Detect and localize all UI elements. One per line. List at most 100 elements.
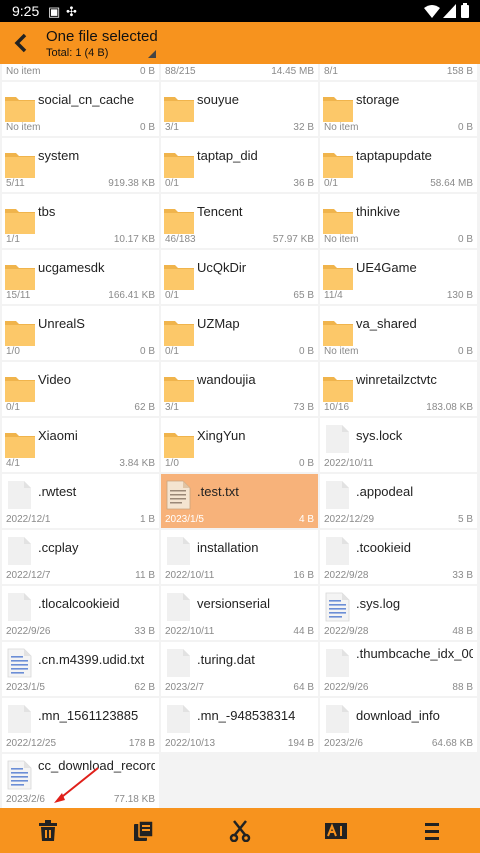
item-size: 4 B bbox=[298, 514, 314, 525]
item-name: .tlocalcookieid bbox=[38, 596, 120, 611]
grid-cell-partial[interactable]: No item 0 B bbox=[2, 64, 159, 80]
file-item[interactable]: .turing.dat 2023/2/7 64 B bbox=[161, 642, 318, 696]
text-file-icon bbox=[7, 648, 32, 678]
item-info: 46/183 bbox=[165, 234, 196, 245]
file-item[interactable]: .sys.log 2022/9/28 48 B bbox=[320, 586, 477, 640]
folder-icon bbox=[164, 265, 194, 290]
dropdown-indicator-icon[interactable] bbox=[148, 50, 156, 58]
item-info: 2022/9/28 bbox=[324, 570, 369, 581]
folder-icon bbox=[323, 153, 353, 178]
item-info: 5/11 bbox=[6, 178, 25, 189]
file-icon bbox=[167, 593, 190, 621]
folder-item[interactable]: Tencent 46/183 57.97 KB bbox=[161, 194, 318, 248]
file-item[interactable]: .cn.m4399.udid.txt 2023/1/5 62 B bbox=[2, 642, 159, 696]
folder-item[interactable]: souyue 3/1 32 B bbox=[161, 82, 318, 136]
file-item[interactable]: .thumbcache_idx_001 2022/9/26 88 B bbox=[320, 642, 477, 696]
item-info: 2023/2/6 bbox=[6, 794, 45, 805]
folder-item[interactable]: system 5/11 919.38 KB bbox=[2, 138, 159, 192]
file-icon bbox=[167, 649, 190, 677]
item-name: Xiaomi bbox=[38, 428, 78, 443]
item-name: .tcookieid bbox=[356, 540, 411, 555]
file-item[interactable]: .mn_1561123885 2022/12/25 178 B bbox=[2, 698, 159, 752]
item-info: 2023/2/7 bbox=[165, 682, 204, 693]
folder-item[interactable]: Xiaomi 4/1 3.84 KB bbox=[2, 418, 159, 472]
folder-item[interactable]: tbs 1/1 10.17 KB bbox=[2, 194, 159, 248]
file-item[interactable]: cc_download_record_log.txt 2023/2/6 77.18 … bbox=[2, 754, 159, 808]
file-item[interactable]: .rwtest 2022/12/1 1 B bbox=[2, 474, 159, 528]
item-info: No item bbox=[324, 122, 359, 133]
file-item[interactable]: .tcookieid 2022/9/28 33 B bbox=[320, 530, 477, 584]
file-item[interactable]: sys.lock 2022/10/11 bbox=[320, 418, 477, 472]
item-info: 0/1 bbox=[324, 178, 338, 189]
folder-item[interactable]: social_cn_cache No item 0 B bbox=[2, 82, 159, 136]
file-item[interactable]: .appodeal 2022/12/29 5 B bbox=[320, 474, 477, 528]
folder-item[interactable]: thinkive No item 0 B bbox=[320, 194, 477, 248]
folder-item[interactable]: storage No item 0 B bbox=[320, 82, 477, 136]
file-item[interactable]: .ccplay 2022/12/7 11 B bbox=[2, 530, 159, 584]
item-info: No item bbox=[324, 346, 359, 357]
item-name: .rwtest bbox=[38, 484, 77, 499]
item-name: UE4Game bbox=[356, 260, 417, 275]
item-info: 0/1 bbox=[165, 290, 179, 301]
item-info: 0/1 bbox=[165, 346, 179, 357]
item-name: UZMap bbox=[197, 316, 240, 331]
folder-icon bbox=[5, 209, 35, 234]
folder-item[interactable]: UZMap 0/1 0 B bbox=[161, 306, 318, 360]
grid-cell-partial[interactable]: 8/1 158 B bbox=[320, 64, 477, 80]
folder-item[interactable]: wandoujia 3/1 73 B bbox=[161, 362, 318, 416]
item-name: .appodeal bbox=[356, 484, 414, 499]
file-item[interactable]: .test.txt 2023/1/5 4 B bbox=[161, 474, 318, 528]
status-time: 9:25 bbox=[12, 3, 40, 19]
item-name: .test.txt bbox=[197, 484, 239, 499]
back-arrow-icon[interactable] bbox=[10, 30, 34, 56]
folder-item[interactable]: ucgamesdk 15/11 166.41 KB bbox=[2, 250, 159, 304]
folder-icon bbox=[5, 321, 35, 346]
item-info: 2022/9/26 bbox=[324, 682, 369, 693]
rename-icon[interactable] bbox=[325, 820, 347, 842]
grid-cell-partial[interactable]: 88/215 14.45 MB bbox=[161, 64, 318, 80]
folder-item[interactable]: UE4Game 11/4 130 B bbox=[320, 250, 477, 304]
file-grid[interactable]: No item 0 B 88/215 14.45 MB 8/1 158 B social_c… bbox=[0, 64, 480, 808]
item-info: 88/215 bbox=[165, 66, 196, 77]
folder-item[interactable]: taptap_did 0/1 36 B bbox=[161, 138, 318, 192]
item-name: XingYun bbox=[197, 428, 246, 443]
wifi-icon bbox=[424, 5, 440, 18]
item-info: 1/0 bbox=[165, 458, 179, 469]
item-size: 73 B bbox=[293, 402, 314, 413]
item-size: 77.18 KB bbox=[113, 794, 155, 805]
folder-item[interactable]: UnrealS 1/0 0 B bbox=[2, 306, 159, 360]
file-icon bbox=[326, 705, 349, 733]
menu-icon[interactable] bbox=[421, 820, 443, 842]
item-name: .mn_-948538314 bbox=[197, 708, 296, 723]
file-item[interactable]: versionserial 2022/10/11 44 B bbox=[161, 586, 318, 640]
item-info: No item bbox=[324, 234, 359, 245]
item-name: va_shared bbox=[356, 316, 417, 331]
folder-item[interactable]: XingYun 1/0 0 B bbox=[161, 418, 318, 472]
item-info: 1/1 bbox=[6, 234, 20, 245]
file-item[interactable]: download_info 2023/2/6 64.68 KB bbox=[320, 698, 477, 752]
folder-item[interactable]: va_shared No item 0 B bbox=[320, 306, 477, 360]
trash-icon[interactable] bbox=[37, 820, 59, 842]
bottom-toolbar bbox=[0, 808, 480, 853]
app-bar: One file selected Total: 1 (4 B) bbox=[0, 22, 480, 64]
file-item[interactable]: .mn_-948538314 2022/10/13 194 B bbox=[161, 698, 318, 752]
item-size: 3.84 KB bbox=[119, 458, 155, 469]
item-info: 15/11 bbox=[6, 290, 31, 301]
item-info: 8/1 bbox=[324, 66, 338, 77]
item-name: .turing.dat bbox=[197, 652, 255, 667]
folder-item[interactable]: Video 0/1 62 B bbox=[2, 362, 159, 416]
item-info: 2022/12/29 bbox=[324, 514, 375, 525]
folder-item[interactable]: UcQkDir 0/1 65 B bbox=[161, 250, 318, 304]
copy-icon[interactable] bbox=[133, 820, 155, 842]
file-icon bbox=[326, 481, 349, 509]
item-size: 14.45 MB bbox=[271, 66, 314, 77]
file-icon bbox=[8, 593, 31, 621]
folder-icon bbox=[5, 153, 35, 178]
scissors-icon[interactable] bbox=[229, 820, 251, 842]
item-size: 64.68 KB bbox=[431, 738, 473, 749]
folder-item[interactable]: taptapupdate 0/1 58.64 MB bbox=[320, 138, 477, 192]
folder-item[interactable]: winretailzctvtc 10/16 183.08 KB bbox=[320, 362, 477, 416]
file-item[interactable]: .tlocalcookieid 2022/9/26 33 B bbox=[2, 586, 159, 640]
file-item[interactable]: installation 2022/10/11 16 B bbox=[161, 530, 318, 584]
folder-icon bbox=[164, 97, 194, 122]
